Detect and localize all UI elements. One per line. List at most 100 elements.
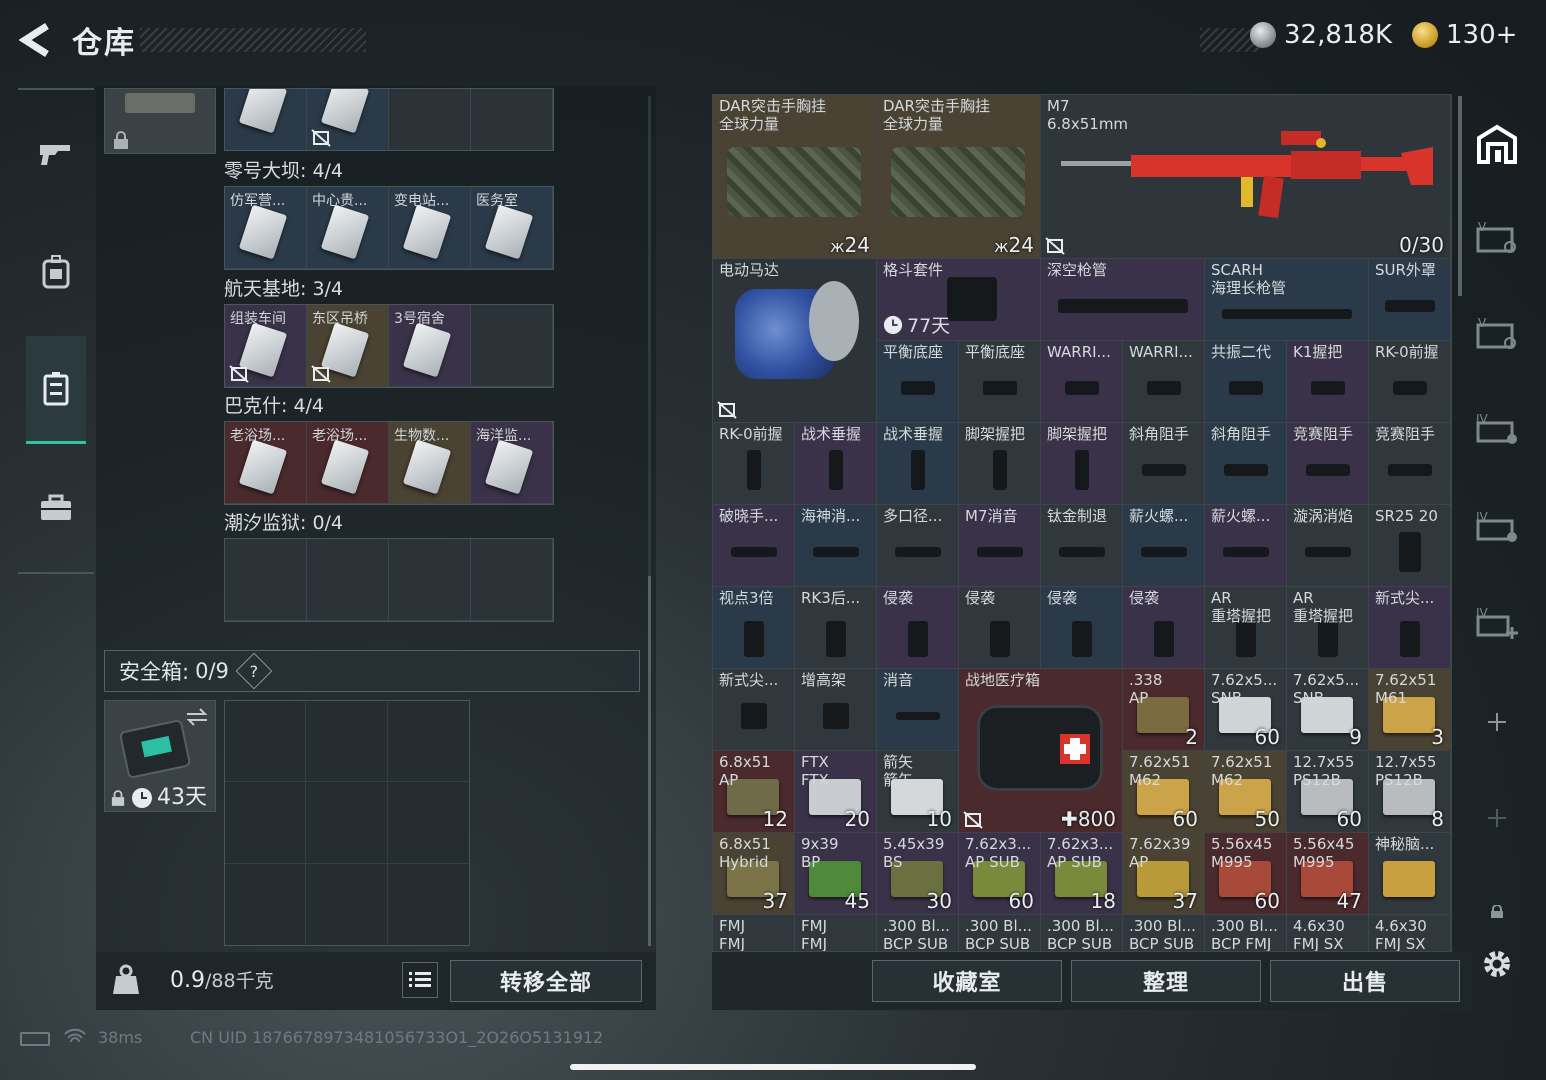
ammo-item[interactable]: .300 Bl... BCP FMJ	[1205, 915, 1287, 951]
keycard-slot[interactable]: 老浴场...	[225, 422, 307, 504]
gear-tab[interactable]	[26, 218, 86, 326]
list-view-button[interactable]	[402, 962, 438, 998]
ammo-item[interactable]: 6.8x51 AP 12	[713, 751, 795, 833]
back-button[interactable]	[18, 20, 54, 60]
ammo-item[interactable]: 6.8x51 Hybrid 37	[713, 833, 795, 915]
attachment-item[interactable]: 斜角阻手	[1123, 423, 1205, 505]
handguard-item[interactable]: SUR外罩	[1369, 259, 1451, 341]
electric-motor-item[interactable]: 电动马达	[713, 259, 877, 423]
ammo-item[interactable]: .338 AP 2	[1123, 669, 1205, 751]
fight-kit-item[interactable]: 格斗套件 77天	[877, 259, 1041, 341]
storage-page-iv-2[interactable]: IV	[1474, 506, 1520, 550]
silver-currency[interactable]: 32,818K	[1250, 20, 1392, 50]
ammo-item[interactable]: 12.7x55 PS12B 60	[1287, 751, 1369, 833]
keycard-slot[interactable]: 东区吊桥	[307, 305, 389, 387]
attachment-item[interactable]: 脚架握把	[1041, 423, 1123, 505]
keycard-slot[interactable]: 老浴场...	[307, 422, 389, 504]
ammo-item[interactable]: .300 Bl... BCP SUB	[877, 915, 959, 951]
ammo-item[interactable]: FTX FTX 20	[795, 751, 877, 833]
attachment-item[interactable]: 钛金制退	[1041, 505, 1123, 587]
safebox-slot[interactable]	[387, 701, 469, 783]
attachment-item[interactable]: 多口径...	[877, 505, 959, 587]
lock-slot-button[interactable]	[1474, 890, 1520, 934]
keycard-slot[interactable]	[471, 89, 553, 150]
keycard-slot-empty[interactable]	[471, 539, 553, 621]
home-indicator[interactable]	[570, 1064, 976, 1070]
ammo-item[interactable]: 7.62x5... SNB 9	[1287, 669, 1369, 751]
ammo-item[interactable]: 7.62x5... SNB 60	[1205, 669, 1287, 751]
ammo-item[interactable]: 5.56x45 M995 60	[1205, 833, 1287, 915]
storage-scrollbar[interactable]	[1458, 96, 1462, 296]
ammo-item[interactable]: 7.62x51 M61 3	[1369, 669, 1451, 751]
attachment-item[interactable]: 平衡底座	[959, 341, 1041, 423]
keycard-slot[interactable]: 变电站...	[389, 187, 471, 269]
weapons-tab[interactable]	[26, 100, 86, 208]
attachment-item[interactable]: 破晓手...	[713, 505, 795, 587]
attachment-item[interactable]: 消音	[877, 669, 959, 751]
ammo-item[interactable]: 4.6x30 FMJ SX	[1369, 915, 1451, 951]
sell-button[interactable]: 出售	[1270, 960, 1460, 1002]
organize-button[interactable]: 整理	[1071, 960, 1261, 1002]
keycard-slot[interactable]: 中心贵...	[307, 187, 389, 269]
ammo-item[interactable]: 9x39 BP 45	[795, 833, 877, 915]
safebox-slot[interactable]	[387, 782, 469, 864]
attachment-item[interactable]: 海神消...	[795, 505, 877, 587]
swap-icon[interactable]	[185, 707, 209, 727]
attachment-item[interactable]: 薪火螺...	[1123, 505, 1205, 587]
attachment-item[interactable]: K1握把	[1287, 341, 1369, 423]
settings-button[interactable]	[1474, 942, 1520, 986]
keycard-slot[interactable]	[389, 89, 471, 150]
keycard-slot[interactable]	[307, 89, 389, 150]
storage-page-v-1[interactable]: V	[1474, 216, 1520, 260]
ammo-item[interactable]: FMJ FMJ	[713, 915, 795, 951]
ammo-item[interactable]: 7.62x51 M62 50	[1205, 751, 1287, 833]
locked-item-slot[interactable]	[104, 88, 216, 154]
keycard-slot[interactable]: 仿军营...	[225, 187, 307, 269]
attachment-item[interactable]: 视点3倍	[713, 587, 795, 669]
chest-rig-item[interactable]: DAR突击手胸挂 全球力量 ж24	[877, 95, 1041, 259]
m7-rifle-item[interactable]: M7 6.8x51mm 0/30	[1041, 95, 1451, 259]
storage-page-iv-1[interactable]: IV	[1474, 408, 1520, 452]
ammo-item[interactable]: 5.45x39 BS 30	[877, 833, 959, 915]
safebox-slot[interactable]	[388, 864, 469, 945]
safebox-container[interactable]: 43天	[104, 700, 216, 812]
keycard-slot-empty[interactable]	[471, 305, 553, 387]
attachment-item[interactable]: 漩涡消焰	[1287, 505, 1369, 587]
attachment-item[interactable]: 战术垂握	[877, 423, 959, 505]
keycard-slot[interactable]: 生物数...	[389, 422, 471, 504]
long-barrel-item[interactable]: SCARH 海理长枪管	[1205, 259, 1369, 341]
safebox-slot[interactable]	[225, 863, 307, 945]
gold-currency[interactable]: 130+	[1412, 20, 1517, 50]
medkit-item[interactable]: 战地医疗箱 ✚800	[959, 669, 1123, 833]
attachment-item[interactable]: 侵袭	[877, 587, 959, 669]
collection-room-button[interactable]: 收藏室	[872, 960, 1062, 1002]
keycard-slot-empty[interactable]	[307, 539, 389, 621]
storage-page-iv-3[interactable]: IV	[1474, 602, 1520, 646]
ammo-item[interactable]: 7.62x51 M62 60	[1123, 751, 1205, 833]
barrel-item[interactable]: 深空枪管	[1041, 259, 1205, 341]
ammo-item[interactable]: 12.7x55 PS12B 8	[1369, 751, 1451, 833]
ammo-item[interactable]: .300 Bl... BCP SUB	[959, 915, 1041, 951]
ammo-item[interactable]: 5.56x45 M995 47	[1287, 833, 1369, 915]
add-storage-button-2[interactable]	[1474, 796, 1520, 840]
keycard-slot[interactable]: 3号宿舍	[389, 305, 471, 387]
attachment-item[interactable]: SR25 20	[1369, 505, 1451, 587]
ammo-item[interactable]: 神秘脑...	[1369, 833, 1451, 915]
attachment-item[interactable]: RK3后...	[795, 587, 877, 669]
ammo-item[interactable]: .300 Bl... BCP SUB	[1041, 915, 1123, 951]
safebox-slot[interactable]	[306, 863, 388, 945]
attachment-item[interactable]: M7消音	[959, 505, 1041, 587]
attachment-item[interactable]: RK-0前握	[1369, 341, 1451, 423]
chest-rig-item[interactable]: DAR突击手胸挂 全球力量 ж24	[713, 95, 877, 259]
ammo-item[interactable]: 7.62x3... AP SUB 60	[959, 833, 1041, 915]
attachment-item[interactable]: 新式尖...	[1369, 587, 1451, 669]
ammo-item[interactable]: 4.6x30 FMJ SX	[1287, 915, 1369, 951]
ammo-item[interactable]: 7.62x39 AP 37	[1123, 833, 1205, 915]
attachment-item[interactable]: RK-0前握	[713, 423, 795, 505]
keycard-slot[interactable]: 海洋监...	[471, 422, 553, 504]
attachment-item[interactable]: 脚架握把	[959, 423, 1041, 505]
storage-page-v-2[interactable]: V	[1474, 312, 1520, 356]
keycard-slot[interactable]	[225, 89, 307, 150]
safebox-slot[interactable]	[225, 782, 307, 864]
safebox-slot[interactable]	[306, 782, 388, 864]
